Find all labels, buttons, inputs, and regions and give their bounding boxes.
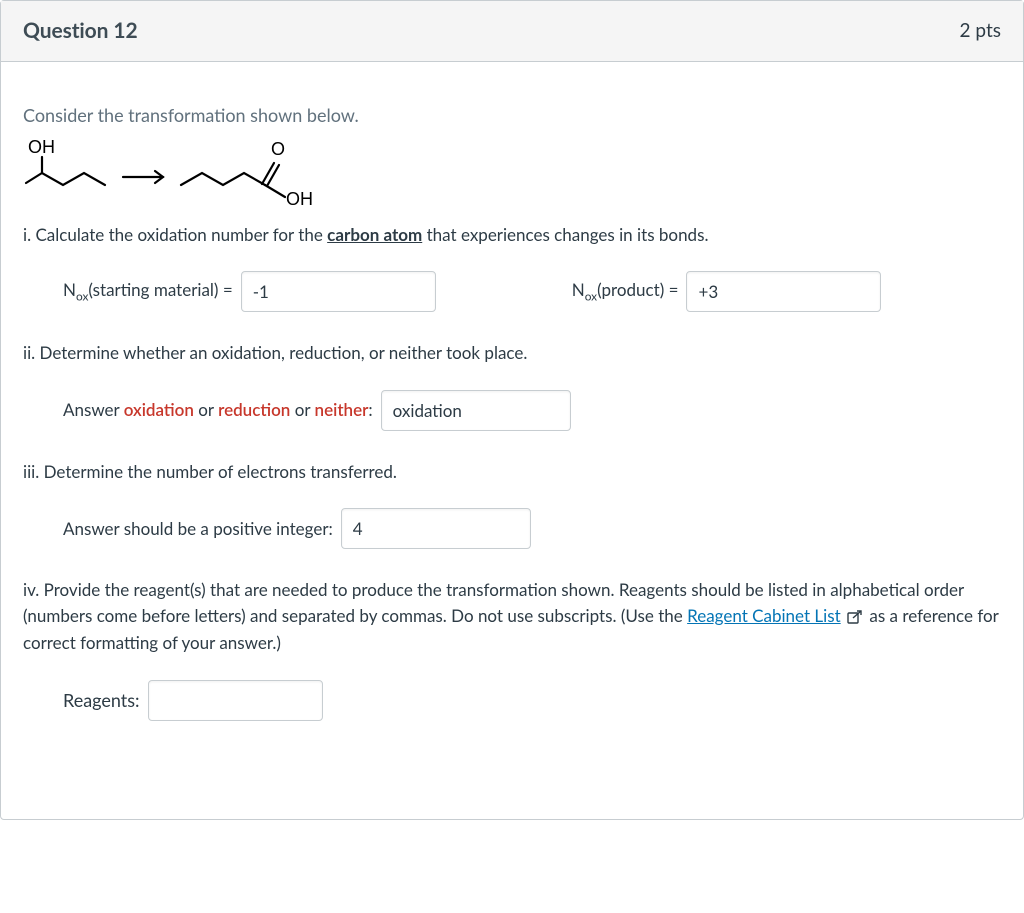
reagent-cabinet-link[interactable]: Reagent Cabinet List (687, 605, 841, 626)
nox-start-label: Nox(starting material) = (63, 277, 233, 305)
oh-label-start: OH (28, 137, 55, 157)
part-i-text: i. Calculate the oxidation number for th… (23, 222, 1001, 248)
reaction-scheme: OH O OH (23, 135, 1001, 212)
intro-text: Consider the transformation shown below. (23, 102, 1001, 129)
nox-prod-input[interactable] (686, 271, 881, 312)
part-i-emph: carbon atom (327, 224, 422, 245)
oxred-input[interactable] (381, 390, 571, 431)
electrons-input[interactable] (341, 508, 531, 549)
question-body: Consider the transformation shown below.… (1, 62, 1023, 819)
reagents-input[interactable] (148, 680, 323, 721)
reaction-scheme-svg: OH O OH (23, 135, 333, 205)
part-ii-label: Answer oxidation or reduction or neither… (63, 397, 373, 423)
question-header: Question 12 2 pts (1, 1, 1023, 62)
part-i-suffix: that experiences changes in its bonds. (422, 224, 708, 245)
external-link-icon (847, 605, 863, 631)
part-iii-label: Answer should be a positive integer: (63, 516, 333, 542)
part-iii-answer-row: Answer should be a positive integer: (63, 508, 1001, 549)
nox-start-input[interactable] (241, 271, 436, 312)
part-iii-text: iii. Determine the number of electrons t… (23, 459, 1001, 485)
o-label-product: O (271, 139, 285, 159)
part-iv-answer-row: Reagents: (63, 680, 1001, 721)
part-ii-answer-row: Answer oxidation or reduction or neither… (63, 390, 1001, 431)
question-title: Question 12 (23, 15, 138, 47)
part-ii-text: ii. Determine whether an oxidation, redu… (23, 340, 1001, 366)
part-i-prefix: i. Calculate the oxidation number for th… (23, 224, 327, 245)
question-points: 2 pts (960, 17, 1001, 46)
reagents-label: Reagents: (63, 687, 140, 714)
nox-row: Nox(starting material) = Nox(product) = (63, 271, 1001, 312)
nox-prod-label: Nox(product) = (572, 277, 679, 305)
part-iv-text: iv. Provide the reagent(s) that are need… (23, 577, 1001, 656)
question-card: Question 12 2 pts Consider the transform… (0, 0, 1024, 820)
oh-label-product: OH (286, 189, 313, 205)
